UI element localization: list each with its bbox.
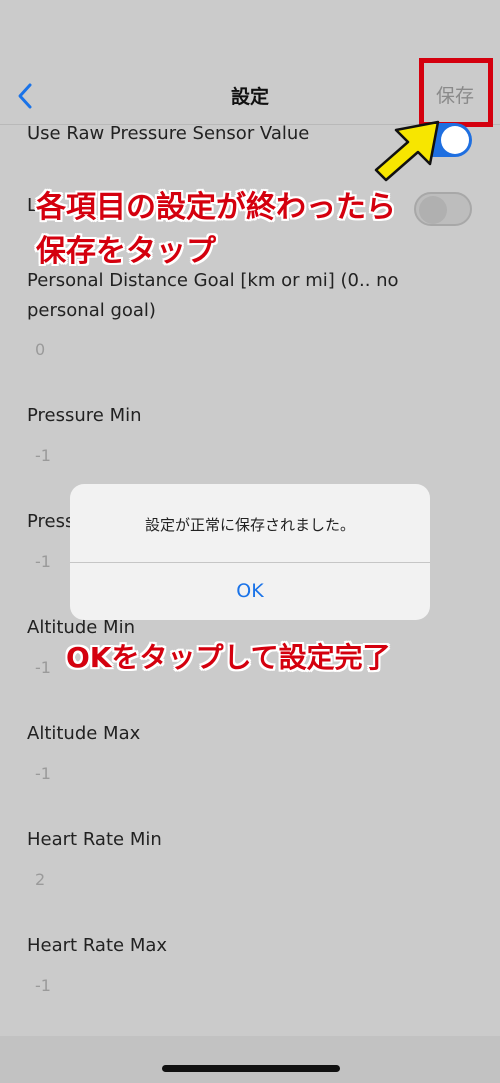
- toggle-knob: [419, 196, 447, 224]
- second-setting-toggle[interactable]: [414, 192, 472, 226]
- distance-goal-label-line2: personal goal): [27, 300, 156, 321]
- heart-rate-min-label: Heart Rate Min: [27, 829, 162, 850]
- save-instruction-line2: 保存をタップ: [36, 234, 216, 269]
- heart-rate-min-input[interactable]: 2: [35, 870, 45, 889]
- ok-instruction-annotation: OKをタップして設定完了: [66, 641, 391, 674]
- pressure-min-input[interactable]: -1: [35, 446, 51, 465]
- arrow-up-right-icon: [374, 120, 440, 182]
- pressure-max-input[interactable]: -1: [35, 552, 51, 571]
- home-indicator[interactable]: [162, 1065, 340, 1072]
- altitude-min-input[interactable]: -1: [35, 658, 51, 677]
- heart-rate-max-input[interactable]: -1: [35, 976, 51, 995]
- raw-pressure-label: Use Raw Pressure Sensor Value: [27, 123, 310, 144]
- pressure-min-label: Pressure Min: [27, 405, 142, 426]
- altitude-max-input[interactable]: -1: [35, 764, 51, 783]
- pressure-max-label: Press: [27, 511, 75, 532]
- dialog-message: 設定が正常に保存されました。: [144, 516, 355, 534]
- distance-goal-input[interactable]: 0: [35, 340, 45, 359]
- dialog-ok-button[interactable]: OK: [70, 563, 430, 620]
- save-instruction-line1: 各項目の設定が終わったら: [36, 190, 396, 225]
- save-success-dialog: 設定が正常に保存されました。 OK: [70, 484, 430, 620]
- altitude-max-label: Altitude Max: [27, 723, 141, 744]
- bottom-bar: [0, 1036, 500, 1083]
- settings-screen: 設定 保存 Use Raw Pressure Sensor Value L Pe…: [0, 0, 500, 1083]
- save-instruction-annotation: 各項目の設定が終わったら 保存をタップ: [36, 186, 396, 274]
- heart-rate-max-label: Heart Rate Max: [27, 935, 168, 956]
- toggle-knob: [441, 126, 469, 154]
- save-highlight-frame: [419, 58, 493, 127]
